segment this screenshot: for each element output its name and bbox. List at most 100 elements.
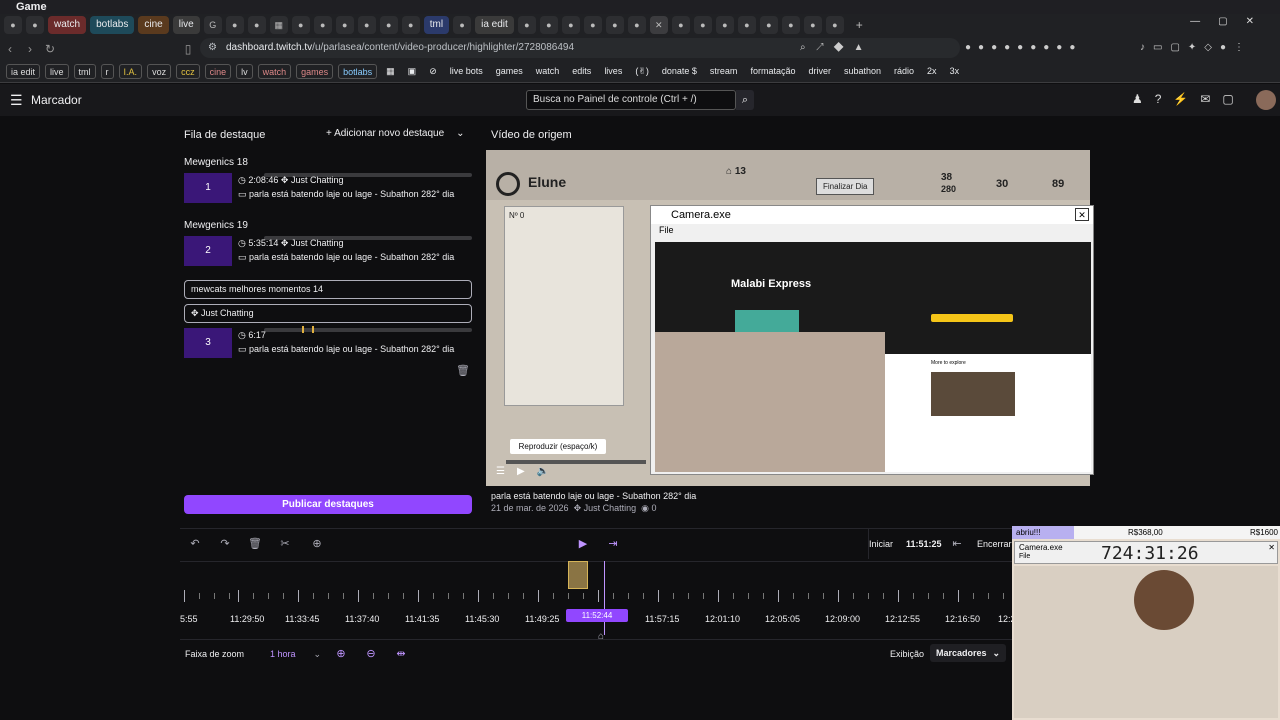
tab-icon[interactable]: ● — [825, 16, 844, 34]
close-icon[interactable]: ✕ — [1075, 208, 1089, 221]
bookmark-folder[interactable]: stream — [706, 64, 742, 79]
scissors-icon[interactable]: ✂ — [278, 537, 292, 551]
bookmark-item[interactable]: lv — [236, 64, 253, 79]
tab-icon[interactable]: ● — [4, 16, 22, 34]
group-name-input[interactable]: mewcats melhores momentos 14 — [184, 280, 472, 299]
close-icon[interactable]: ✕ — [649, 16, 668, 34]
bookmark-item[interactable]: I.A. — [118, 64, 143, 79]
tab-icon[interactable]: ● — [225, 16, 244, 34]
trash-icon[interactable]: 🗑 — [456, 364, 470, 377]
play-icon[interactable]: ▶ — [576, 537, 590, 551]
tab-icon[interactable]: ▦ — [269, 16, 288, 34]
add-highlight-button[interactable]: + Adicionar novo destaque ⌄ — [326, 128, 465, 139]
trash-icon[interactable]: 🗑 — [248, 537, 262, 551]
tab-icon[interactable]: ● — [517, 16, 536, 34]
tab-live[interactable]: live — [172, 16, 200, 34]
apps-grid-icon[interactable]: ▦ — [382, 64, 399, 79]
search-icon[interactable]: ⌕ — [736, 90, 754, 110]
bookmark-item[interactable]: botlabs — [338, 64, 378, 79]
bookmark-item[interactable]: watch — [257, 64, 292, 79]
bookmark-folder[interactable]: games — [492, 64, 527, 79]
tab-icon[interactable]: G — [203, 16, 222, 34]
bookmark-folder[interactable]: driver — [804, 64, 835, 79]
tab-icon[interactable]: ● — [627, 16, 646, 34]
redo-icon[interactable]: ↷ — [218, 537, 232, 551]
highlight-thumbnail[interactable]: 3 — [184, 328, 232, 358]
toolbar-icons[interactable]: ♪▭▢✦◇●⋮ — [1140, 42, 1252, 53]
seek-bar[interactable] — [506, 460, 646, 464]
bookmark-folder[interactable]: formatação — [746, 64, 799, 79]
tab-icon[interactable]: ● — [539, 16, 558, 34]
tab-icon[interactable]: ● — [379, 16, 398, 34]
set-start-icon[interactable]: ⇤ — [950, 537, 964, 551]
avatar[interactable] — [1256, 90, 1276, 110]
forward-icon[interactable]: › — [20, 42, 40, 56]
tab-icon[interactable]: ● — [715, 16, 734, 34]
tab-icon[interactable]: ● — [313, 16, 332, 34]
tab-cine[interactable]: cine — [138, 16, 169, 34]
bookmark-item[interactable]: cine — [204, 64, 232, 79]
tab-icon[interactable]: ● — [26, 16, 44, 34]
bookmark-item[interactable]: live — [45, 64, 69, 79]
site-info-icon[interactable]: ⚙ — [208, 38, 217, 58]
bookmark-item[interactable]: voz — [147, 64, 172, 79]
bookmark-folder[interactable]: live bots — [446, 64, 487, 79]
publish-button[interactable]: Publicar destaques — [184, 495, 472, 514]
player-controls[interactable]: ☰▶🔈 — [496, 466, 561, 477]
highlight-thumbnail[interactable]: 1 — [184, 173, 232, 203]
tab-icon[interactable]: ● — [759, 16, 778, 34]
bookmark-item[interactable]: ccz — [176, 64, 200, 79]
bookmark-folder[interactable]: 2x — [923, 64, 941, 79]
url-actions[interactable]: ⌕↗◆▲ — [800, 42, 874, 53]
tab-icon[interactable]: ● — [335, 16, 354, 34]
search-input[interactable]: Busca no Painel de controle (Ctrl + /) — [526, 90, 736, 110]
tab-icon[interactable]: ● — [453, 16, 472, 34]
highlight-thumbnail[interactable]: 2 — [184, 236, 232, 266]
tab-icon[interactable]: ● — [247, 16, 266, 34]
bookmark-item[interactable]: ▣ — [404, 64, 421, 79]
skip-end-icon[interactable]: ⇥ — [606, 537, 620, 551]
bookmark-item[interactable]: tml — [73, 64, 96, 79]
bookmark-folder[interactable]: lives — [600, 64, 626, 79]
tab-icon[interactable]: ● — [671, 16, 690, 34]
add-marker-icon[interactable]: ⊕ — [310, 537, 324, 551]
back-icon[interactable]: ‹ — [0, 42, 20, 56]
bookmark-folder[interactable]: 3x — [946, 64, 964, 79]
bookmark-item[interactable]: ia edit — [6, 64, 41, 79]
highlight-row[interactable]: 2 ◷ 5:35:14 ✥ Just Chatting ▭ parla está… — [184, 236, 472, 274]
tab-botlabs[interactable]: botlabs — [90, 16, 135, 34]
reload-icon[interactable]: ↻ — [40, 42, 60, 56]
bookmark-item[interactable]: ⊘ — [425, 64, 441, 79]
tab-watch[interactable]: watch — [48, 16, 87, 34]
tab-icon[interactable]: ● — [693, 16, 712, 34]
tab-icon[interactable]: ● — [781, 16, 800, 34]
start-time[interactable]: 11:51:25 — [906, 539, 942, 549]
bookmark-folder[interactable]: (✌︎) — [631, 64, 653, 79]
bookmark-item[interactable]: r — [100, 64, 114, 79]
bookmark-icon[interactable]: ▯ — [178, 42, 198, 56]
tab-icon[interactable]: ● — [561, 16, 580, 34]
bookmark-folder[interactable]: rádio — [890, 64, 918, 79]
playhead[interactable] — [604, 561, 605, 635]
highlight-row[interactable]: 3 ◷ 6:17 ▭ parla está batendo laje ou la… — [184, 328, 472, 366]
zoom-in-icon[interactable]: ⊕ — [334, 647, 348, 661]
tab-icon[interactable]: ● — [803, 16, 822, 34]
tab-icon[interactable]: ● — [401, 16, 420, 34]
bookmark-folder[interactable]: donate $ — [658, 64, 701, 79]
tab-ia-edit[interactable]: ia edit — [475, 16, 514, 34]
header-icons[interactable]: ♟?⚡✉▢ — [1132, 92, 1246, 106]
zoom-out-icon[interactable]: ⊖ — [364, 647, 378, 661]
tab-icon[interactable]: ● — [605, 16, 624, 34]
bookmark-folder[interactable]: edits — [568, 64, 595, 79]
undo-icon[interactable]: ↶ — [188, 537, 202, 551]
markers-select[interactable]: Marcadores ⌄ — [930, 644, 1006, 662]
tab-icon[interactable]: ● — [357, 16, 376, 34]
window-controls[interactable]: —▢✕ — [1190, 16, 1272, 27]
bookmark-folder[interactable]: subathon — [840, 64, 885, 79]
fit-icon[interactable]: ⇹ — [394, 647, 408, 661]
tab-icon[interactable]: ● — [291, 16, 310, 34]
highlight-clip[interactable] — [568, 561, 588, 589]
extension-icons[interactable]: ●●●●●●●●● — [965, 42, 1082, 53]
bookmark-folder[interactable]: watch — [532, 64, 564, 79]
bookmark-item[interactable]: games — [296, 64, 334, 79]
